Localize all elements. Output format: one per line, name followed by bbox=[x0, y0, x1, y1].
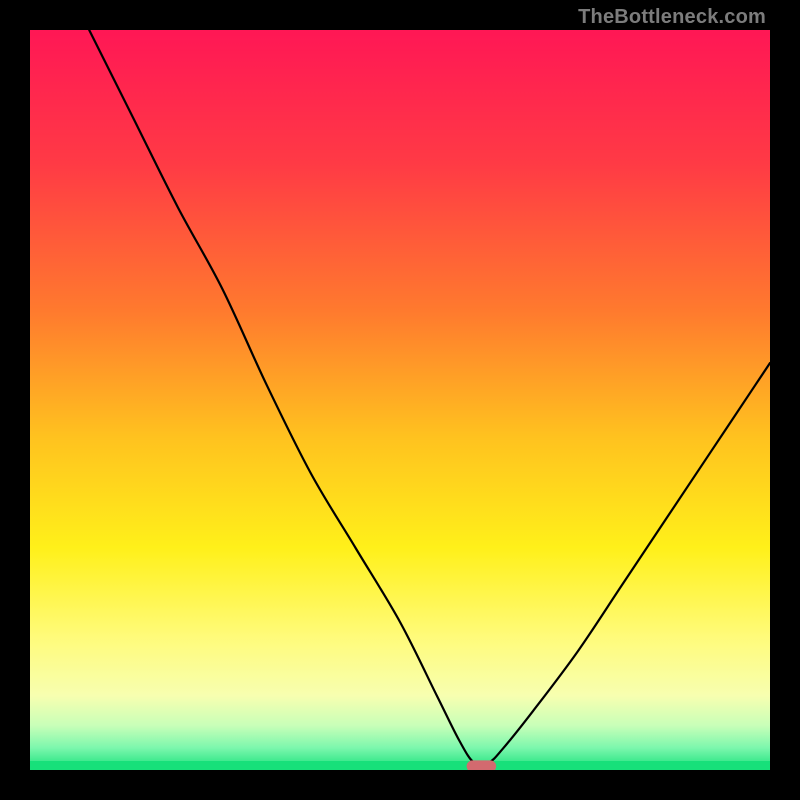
chart-frame: TheBottleneck.com bbox=[0, 0, 800, 800]
optimal-marker bbox=[467, 760, 497, 770]
plot-area bbox=[30, 30, 770, 770]
bottleneck-curve bbox=[30, 30, 770, 770]
watermark-text: TheBottleneck.com bbox=[578, 6, 766, 29]
